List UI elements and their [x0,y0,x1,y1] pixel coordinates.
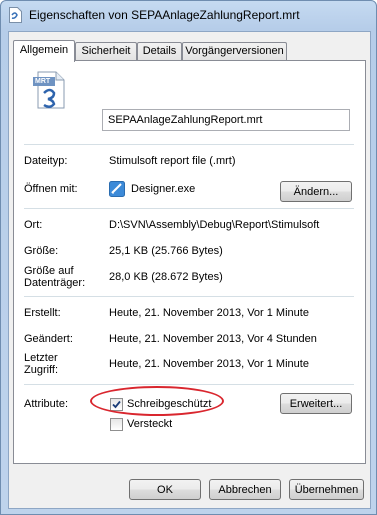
size-on-disk-value: 28,0 KB (28.672 Bytes) [109,271,223,283]
separator-1 [24,144,354,145]
opens-with-value: Designer.exe [131,183,196,195]
separator-2 [24,208,354,209]
size-value: 25,1 KB (25.766 Bytes) [109,245,223,257]
size-on-disk-label-line2: Datenträger: [24,277,86,289]
tab-allgemein[interactable]: Allgemein [13,40,75,62]
separator-4 [24,384,354,385]
highlight-ellipse [90,386,224,416]
created-value: Heute, 21. November 2013, Vor 1 Minute [109,307,309,319]
accessed-label-line1: Letzter [24,352,58,364]
separator-3 [24,296,354,297]
designer-app-icon [109,181,125,197]
modified-value: Heute, 21. November 2013, Vor 4 Stunden [109,333,317,345]
title-bar[interactable]: Eigenschaften von SEPAAnlageZahlungRepor… [1,1,376,29]
filetype-label: Dateityp: [24,155,68,167]
modified-label: Geändert: [24,333,73,345]
hidden-label[interactable]: Versteckt [127,418,172,430]
accessed-value: Heute, 21. November 2013, Vor 1 Minute [109,358,309,370]
size-on-disk-label-line1: Größe auf [24,265,74,277]
general-tab-panel: MRT SEPAAnlageZahlungReport.mrt Dateityp… [13,60,366,464]
size-label: Größe: [24,245,59,257]
advanced-button[interactable]: Erweitert... [280,393,352,414]
opens-with-label: Öffnen mit: [24,183,78,195]
accessed-label-line2: Zugriff: [24,364,59,376]
created-label: Erstellt: [24,307,61,319]
window-title: Eigenschaften von SEPAAnlageZahlungRepor… [29,8,300,22]
location-label: Ort: [24,219,43,231]
location-value: D:\SVN\Assembly\Debug\Report\Stimulsoft [109,219,320,231]
tab-sicherheit[interactable]: Sicherheit [75,42,137,60]
cancel-button[interactable]: Abbrechen [209,479,281,500]
ok-button[interactable]: OK [129,479,201,500]
tab-details[interactable]: Details [137,42,182,60]
file-icon [9,7,22,23]
hidden-checkbox[interactable] [110,418,123,431]
file-icon-badge: MRT [35,78,51,85]
filename-field[interactable]: SEPAAnlageZahlungReport.mrt [102,109,350,131]
mrt-file-icon: MRT [32,71,66,109]
attributes-label: Attribute: [24,398,69,410]
filetype-value: Stimulsoft report file (.mrt) [109,155,236,167]
dialog-client-area: Allgemein Sicherheit Details Vorgängerve… [8,31,371,509]
properties-dialog: Eigenschaften von SEPAAnlageZahlungRepor… [0,0,377,515]
change-button[interactable]: Ändern... [280,181,352,202]
tab-vorgaengerversionen[interactable]: Vorgängerversionen [182,42,287,60]
apply-button[interactable]: Übernehmen [289,479,364,500]
